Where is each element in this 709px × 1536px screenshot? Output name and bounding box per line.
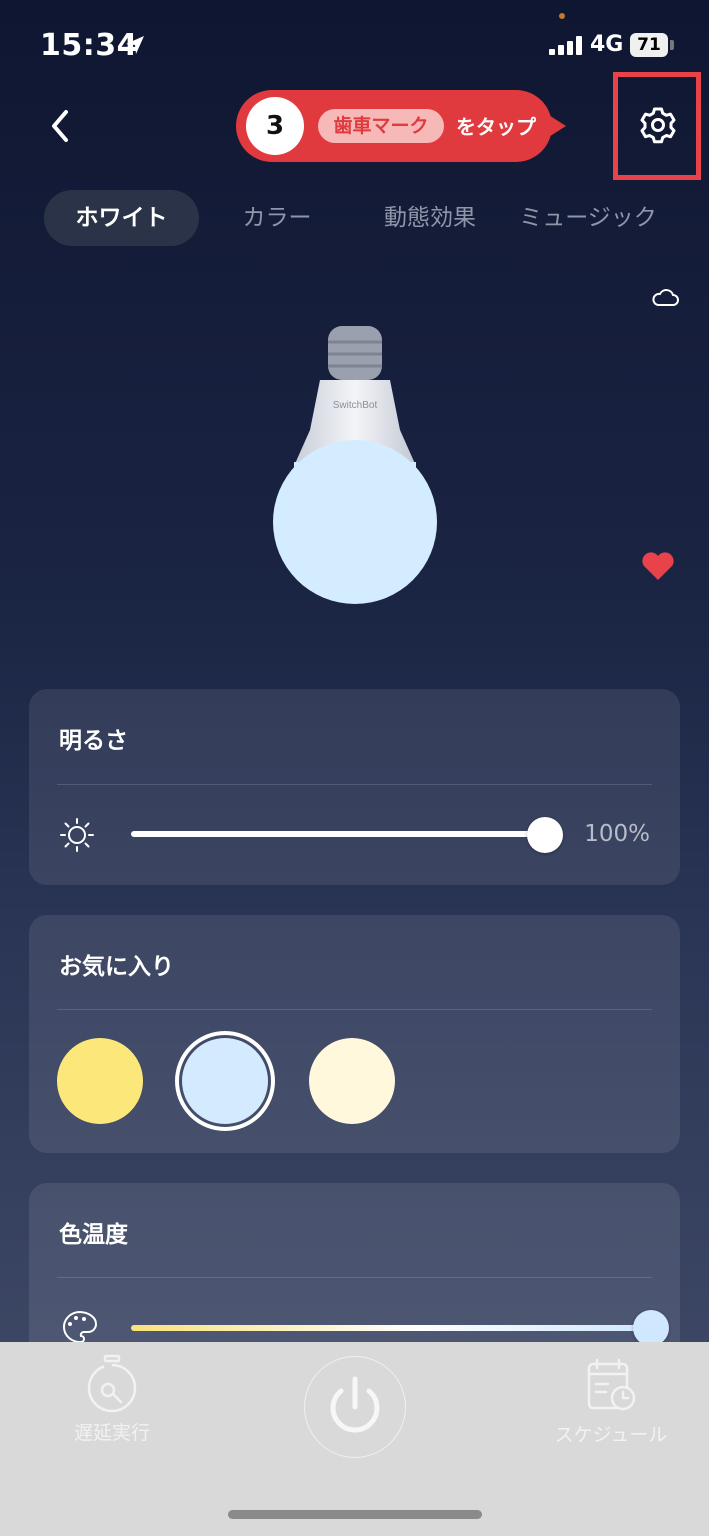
calendar-clock-icon: [587, 1358, 636, 1411]
location-arrow-icon: [126, 36, 144, 54]
battery-icon: 71: [630, 33, 668, 57]
favorite-color-2[interactable]: [182, 1038, 268, 1124]
brightness-value: 100%: [584, 821, 650, 847]
banner-text: をタップ: [456, 115, 536, 139]
sun-icon: [60, 818, 94, 852]
brightness-slider-track[interactable]: [131, 831, 551, 837]
divider: [57, 1277, 652, 1278]
settings-button[interactable]: [637, 104, 679, 146]
delay-label: 遅延実行: [73, 1422, 150, 1444]
cloud-icon[interactable]: [650, 286, 680, 308]
instruction-banner: 3 歯車マーク をタップ: [236, 90, 566, 162]
brightness-card: 明るさ 100%: [29, 689, 680, 885]
mode-tabs: ホワイト カラー 動態効果 ミュージック: [0, 190, 709, 246]
schedule-button[interactable]: スケジュール: [546, 1356, 676, 1447]
network-type: 4G: [590, 32, 624, 57]
chevron-left-icon: [52, 110, 68, 142]
signal-icon: [549, 35, 583, 55]
power-button[interactable]: [304, 1356, 406, 1458]
banner-highlight: 歯車マーク: [318, 109, 444, 143]
favorites-card: お気に入り: [29, 915, 680, 1153]
divider: [57, 784, 652, 785]
timer-icon: [87, 1354, 137, 1413]
brightness-title: 明るさ: [59, 728, 128, 754]
privacy-indicator: [559, 13, 565, 19]
banner-pointer: [544, 112, 566, 140]
battery-tip: [670, 40, 674, 50]
bulb-illustration: SwitchBot: [273, 326, 437, 604]
favorite-color-3[interactable]: [309, 1038, 395, 1124]
tab-white[interactable]: ホワイト: [44, 190, 199, 246]
status-bar: 15:34 4G 71: [0, 0, 709, 90]
gear-icon: [640, 107, 676, 144]
delay-button[interactable]: 遅延実行: [52, 1354, 172, 1445]
favorite-color-1[interactable]: [57, 1038, 143, 1124]
brightness-slider-thumb[interactable]: [527, 817, 563, 853]
bulb-brand-label: SwitchBot: [333, 400, 378, 411]
tab-dynamic-effects[interactable]: 動態効果: [360, 190, 500, 246]
palette-icon: [63, 1310, 98, 1344]
power-icon: [330, 1376, 380, 1433]
step-number: 3: [246, 97, 304, 155]
color-temperature-slider-thumb[interactable]: [633, 1310, 669, 1346]
home-indicator: [228, 1510, 482, 1519]
color-temperature-title: 色温度: [59, 1222, 128, 1248]
back-button[interactable]: [40, 106, 80, 146]
schedule-label: スケジュール: [554, 1424, 668, 1446]
heart-icon[interactable]: [640, 550, 676, 582]
tab-music[interactable]: ミュージック: [508, 190, 668, 246]
color-temperature-slider-track[interactable]: [131, 1325, 651, 1331]
tab-color[interactable]: カラー: [208, 190, 346, 246]
divider: [57, 1009, 652, 1010]
favorites-title: お気に入り: [59, 954, 174, 980]
